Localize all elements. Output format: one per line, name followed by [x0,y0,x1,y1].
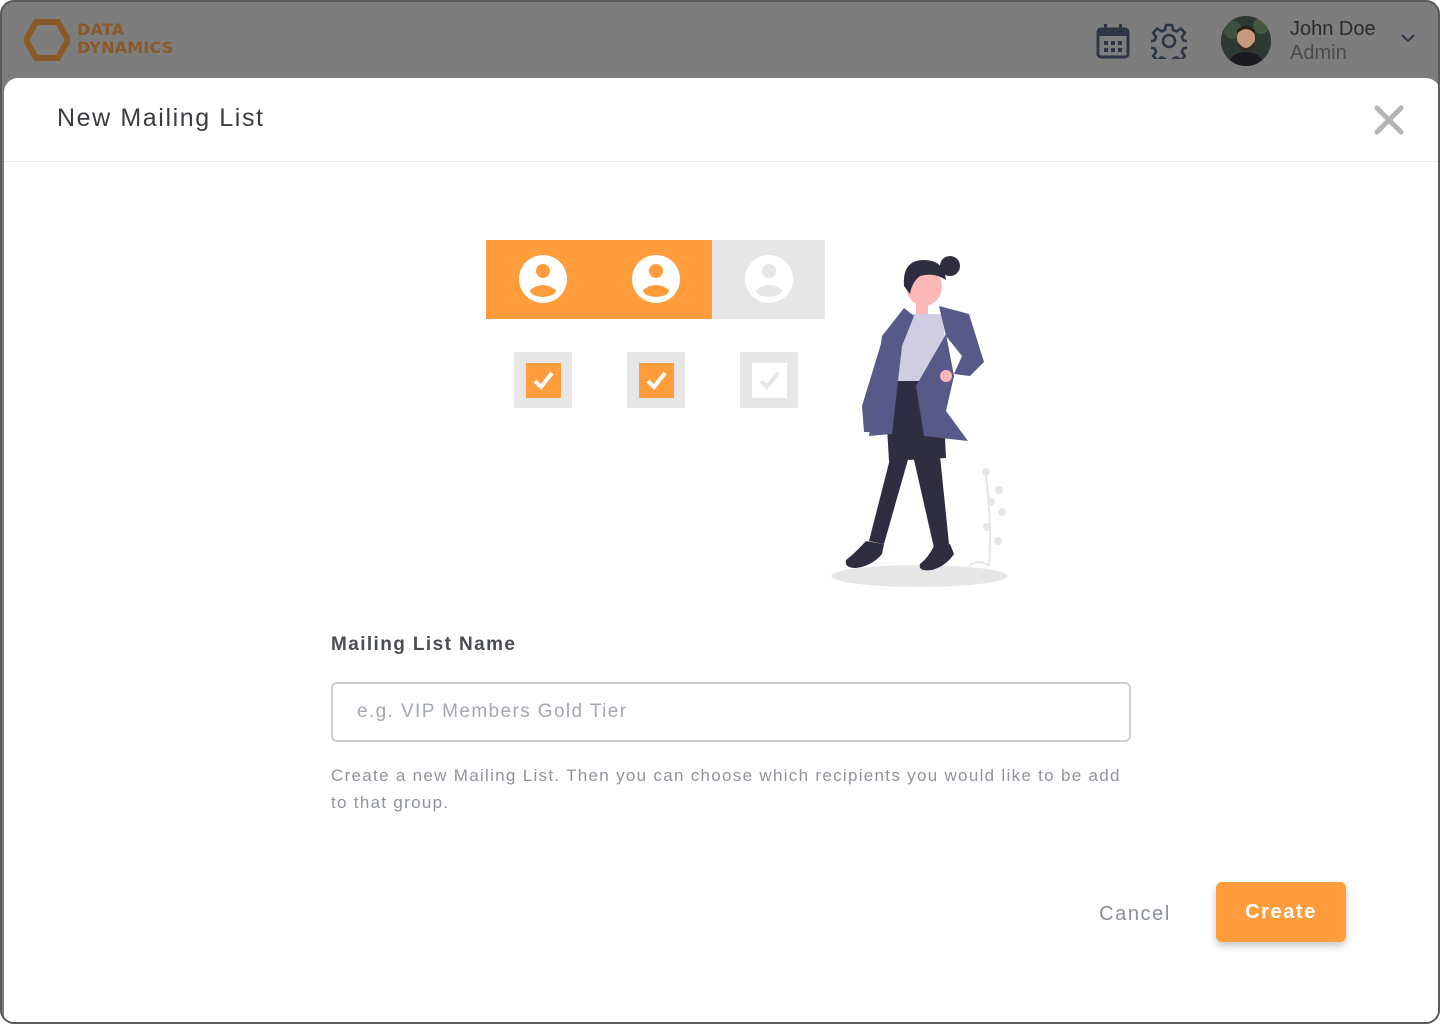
chevron-down-icon[interactable] [1400,32,1416,44]
modal-header: New Mailing List [4,78,1438,162]
gear-icon[interactable] [1151,23,1187,59]
app-window: DATA DYNAMICS John Doe Admin New Mailing… [0,0,1440,1024]
checkbox-checked-2 [627,352,685,408]
mailing-list-illustration [486,240,1007,587]
close-icon[interactable] [1369,100,1409,140]
plant-icon [968,468,1006,567]
avatar[interactable] [1221,16,1271,66]
field-label: Mailing List Name [331,634,517,655]
user-tile-2 [599,240,712,319]
cancel-button[interactable]: Cancel [1080,886,1190,942]
logo-icon [24,19,70,61]
checkbox-checked-1 [514,352,572,408]
create-button[interactable]: Create [1216,882,1346,942]
modal-title: New Mailing List [57,104,265,132]
user-role: Admin [1290,42,1347,64]
brand-name: DATA DYNAMICS [77,21,174,57]
user-tile-1 [486,240,599,319]
help-text: Create a new Mailing List. Then you can … [331,766,1121,812]
top-bar: DATA DYNAMICS John Doe Admin [2,2,1438,78]
checkbox-unchecked [740,352,798,408]
avatar-image [1221,16,1271,66]
new-mailing-list-modal: New Mailing List Mailing List Name e.g. … [4,78,1438,1022]
brand-line-1: DATA [77,20,125,39]
person-figure [845,256,984,571]
user-tile-3 [712,240,825,319]
brand-line-2: DYNAMICS [77,38,174,57]
calendar-icon[interactable] [1096,23,1130,59]
mailing-list-name-input[interactable] [331,682,1131,742]
user-name[interactable]: John Doe [1290,18,1376,41]
figure-shadow [831,565,1007,587]
